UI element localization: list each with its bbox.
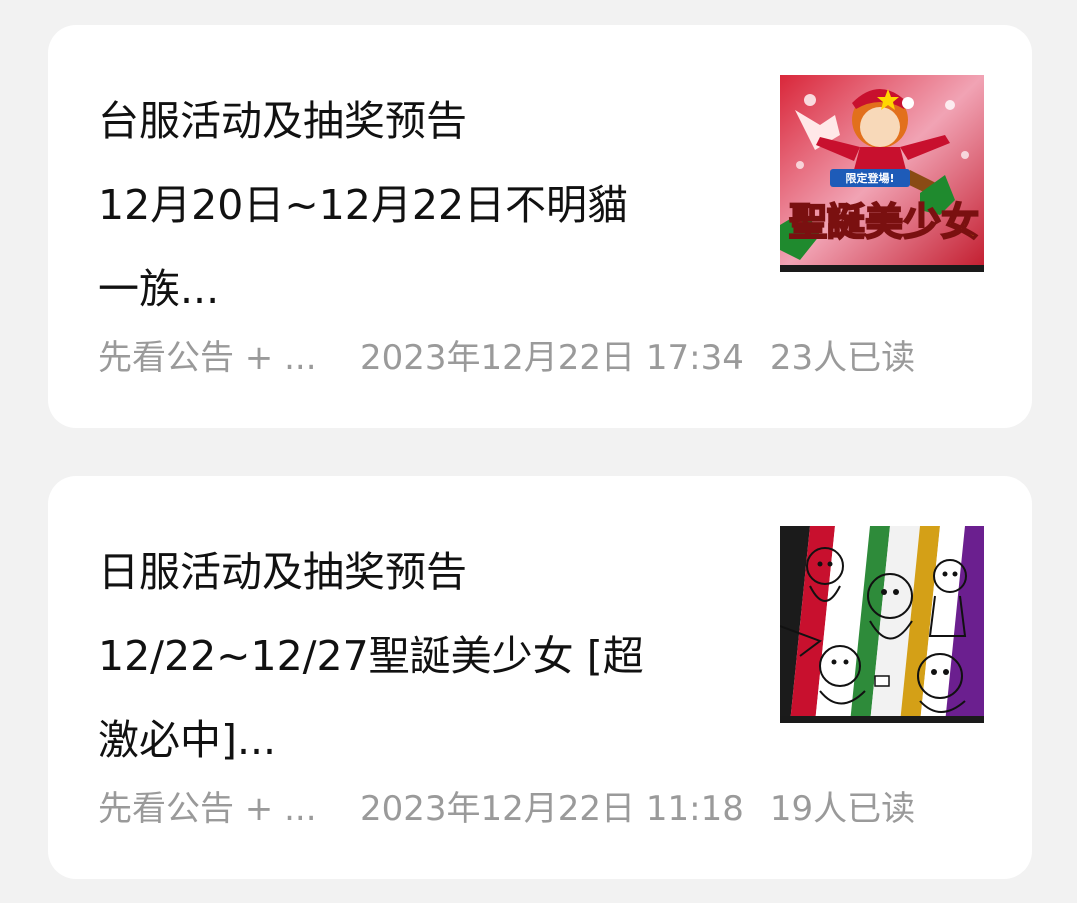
article-meta: 先看公告 + ... 2023年12月22日 17:34 23人已读 <box>98 329 988 379</box>
gacha-banner-image <box>780 526 984 723</box>
article-card[interactable]: 日服活动及抽奖预告 12/22~12/27聖誕美少女 [超 激必中]... 先看… <box>48 476 1032 879</box>
article-read-count: 23人已读 <box>769 337 916 378</box>
banner-badge-text: 限定登場! <box>845 171 894 185</box>
title-line: 12月20日~12月22日不明貓 <box>98 181 629 229</box>
article-time: 2023年12月22日 17:34 <box>360 337 744 378</box>
article-title[interactable]: 日服活动及抽奖预告 12/22~12/27聖誕美少女 [超 激必中]... <box>98 530 753 782</box>
article-title[interactable]: 台服活动及抽奖预告 12月20日~12月22日不明貓 一族... <box>98 79 753 331</box>
article-time: 2023年12月22日 11:18 <box>360 788 744 829</box>
christmas-banner-image: 限定登場! 聖誕美少女 <box>780 75 984 272</box>
title-line: 台服活动及抽奖预告 <box>98 97 467 145</box>
article-read-count: 19人已读 <box>769 788 916 829</box>
article-thumbnail[interactable] <box>780 526 984 723</box>
article-thumbnail[interactable]: 限定登場! 聖誕美少女 <box>780 75 984 272</box>
title-line: 一族... <box>98 265 220 313</box>
article-meta: 先看公告 + ... 2023年12月22日 11:18 19人已读 <box>98 780 988 830</box>
banner-title-text: 聖誕美少女 <box>789 200 979 244</box>
article-card[interactable]: 台服活动及抽奖预告 12月20日~12月22日不明貓 一族... 限定登場! 聖… <box>48 25 1032 428</box>
title-line: 日服活动及抽奖预告 <box>98 548 467 596</box>
title-line: 激必中]... <box>98 716 277 764</box>
article-source[interactable]: 先看公告 + ... <box>98 330 338 379</box>
title-line: 12/22~12/27聖誕美少女 [超 <box>98 632 644 680</box>
article-source[interactable]: 先看公告 + ... <box>98 781 338 830</box>
